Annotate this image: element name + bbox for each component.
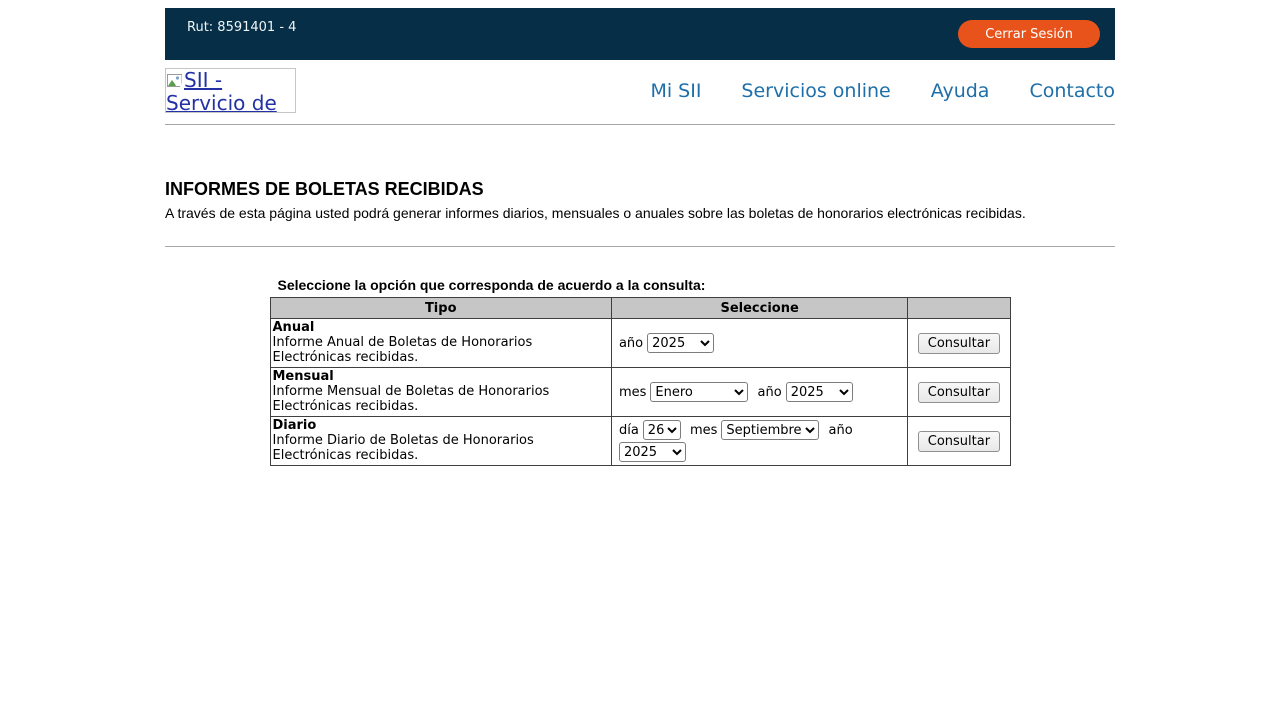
consultar-anual-button[interactable]: Consultar (918, 333, 1000, 354)
consultar-mensual-button[interactable]: Consultar (918, 382, 1000, 403)
informes-table: Tipo Seleccione AnualInforme Anual de Bo… (270, 297, 1011, 466)
seleccione-cell-anual: año 2025 (611, 319, 907, 368)
table-caption: Seleccione la opción que corresponda de … (270, 277, 1011, 293)
nav-ayuda[interactable]: Ayuda (931, 80, 990, 102)
diario-controls-line2: 2025 (619, 442, 903, 462)
broken-image-icon (167, 70, 183, 92)
row-desc-diario: Informe Diario de Boletas de Honorarios … (273, 433, 534, 463)
mensual-month-label: mes (619, 385, 646, 400)
diario-year-label: año (829, 423, 853, 438)
table-row-mensual: MensualInforme Mensual de Boletas de Hon… (270, 368, 1010, 417)
divider (165, 246, 1115, 247)
nav-servicios-online[interactable]: Servicios online (741, 80, 890, 102)
logout-button[interactable]: Cerrar Sesión (958, 20, 1100, 48)
row-title-diario: Diario (273, 418, 608, 433)
seleccione-cell-mensual: mes Enero año 2025 (611, 368, 907, 417)
sii-logo-link[interactable]: SII - Servicio de (165, 68, 296, 113)
action-cell-mensual: Consultar (908, 368, 1010, 417)
row-desc-mensual: Informe Mensual de Boletas de Honorarios… (273, 384, 550, 414)
table-header-row: Tipo Seleccione (270, 298, 1010, 319)
nav-mi-sii[interactable]: Mi SII (650, 80, 701, 102)
row-title-anual: Anual (273, 320, 608, 335)
col-header-action (908, 298, 1010, 319)
anual-year-label: año (619, 336, 643, 351)
consulta-section: Seleccione la opción que corresponda de … (270, 277, 1011, 466)
table-row-anual: AnualInforme Anual de Boletas de Honorar… (270, 319, 1010, 368)
diario-year-select[interactable]: 2025 (619, 442, 686, 462)
row-title-mensual: Mensual (273, 369, 608, 384)
consultar-diario-button[interactable]: Consultar (918, 431, 1000, 452)
mensual-year-label: año (758, 385, 782, 400)
session-topbar: Rut: 8591401 - 4 Cerrar Sesión (165, 8, 1115, 60)
main-nav: Mi SII Servicios online Ayuda Contacto (650, 80, 1115, 102)
row-desc-anual: Informe Anual de Boletas de Honorarios E… (273, 335, 533, 365)
diario-month-select[interactable]: Septiembre (721, 420, 819, 440)
page-container: Rut: 8591401 - 4 Cerrar Sesión SII - Ser… (165, 8, 1115, 466)
diario-day-label: día (619, 423, 639, 438)
table-row-diario: DiarioInforme Diario de Boletas de Honor… (270, 417, 1010, 466)
anual-year-select[interactable]: 2025 (647, 333, 714, 353)
diario-controls-line1: día 26 mes Septiembre año (619, 420, 903, 440)
diario-month-label: mes (690, 423, 717, 438)
action-cell-anual: Consultar (908, 319, 1010, 368)
site-header: SII - Servicio de Mi SII Servicios onlin… (165, 68, 1115, 125)
diario-day-select[interactable]: 26 (643, 420, 681, 440)
mensual-year-select[interactable]: 2025 (786, 382, 853, 402)
tipo-cell-anual: AnualInforme Anual de Boletas de Honorar… (270, 319, 611, 368)
mensual-month-select[interactable]: Enero (650, 382, 748, 402)
rut-label: Rut: 8591401 - 4 (187, 20, 296, 35)
tipo-cell-diario: DiarioInforme Diario de Boletas de Honor… (270, 417, 611, 466)
page-description: A través de esta página usted podrá gene… (165, 205, 1115, 221)
col-header-tipo: Tipo (270, 298, 611, 319)
tipo-cell-mensual: MensualInforme Mensual de Boletas de Hon… (270, 368, 611, 417)
seleccione-cell-diario: día 26 mes Septiembre año 2025 (611, 417, 907, 466)
col-header-seleccione: Seleccione (611, 298, 907, 319)
nav-contacto[interactable]: Contacto (1029, 80, 1115, 102)
action-cell-diario: Consultar (908, 417, 1010, 466)
page-title: INFORMES DE BOLETAS RECIBIDAS (165, 179, 1115, 200)
